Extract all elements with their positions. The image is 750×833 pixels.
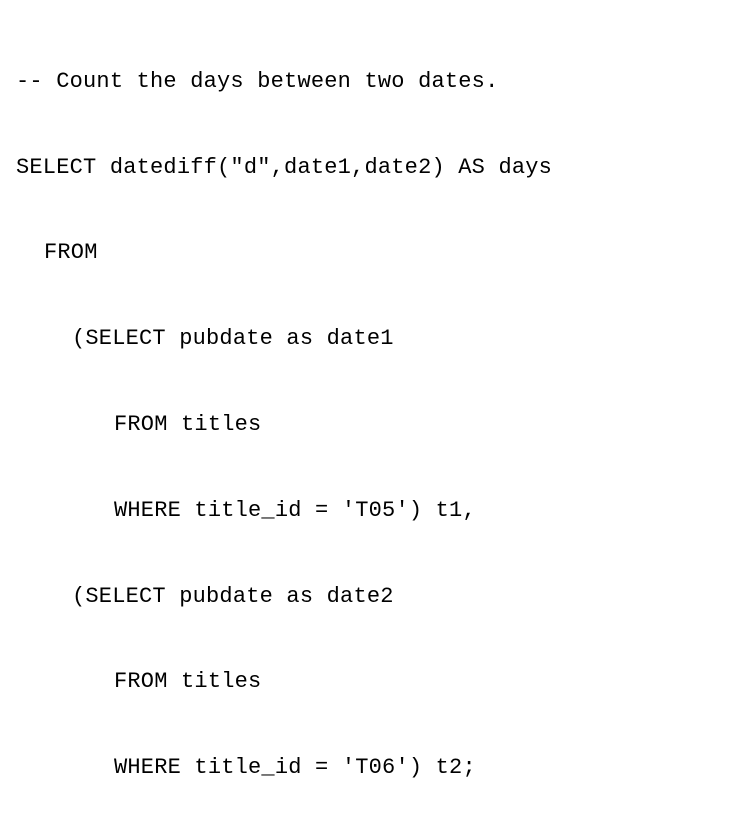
code-line-from: FROM <box>16 232 750 275</box>
code-line-subquery2-where: WHERE title_id = 'T06') t2; <box>16 747 750 790</box>
code-line-subquery1-from: FROM titles <box>16 404 750 447</box>
sql-code-block: -- Count the days between two dates. SEL… <box>16 18 750 833</box>
code-line-comment: -- Count the days between two dates. <box>16 61 750 104</box>
code-line-select: SELECT datediff("d",date1,date2) AS days <box>16 147 750 190</box>
code-line-subquery2-from: FROM titles <box>16 661 750 704</box>
code-line-subquery1-select: (SELECT pubdate as date1 <box>16 318 750 361</box>
code-line-subquery1-where: WHERE title_id = 'T05') t1, <box>16 490 750 533</box>
code-line-subquery2-select: (SELECT pubdate as date2 <box>16 576 750 619</box>
